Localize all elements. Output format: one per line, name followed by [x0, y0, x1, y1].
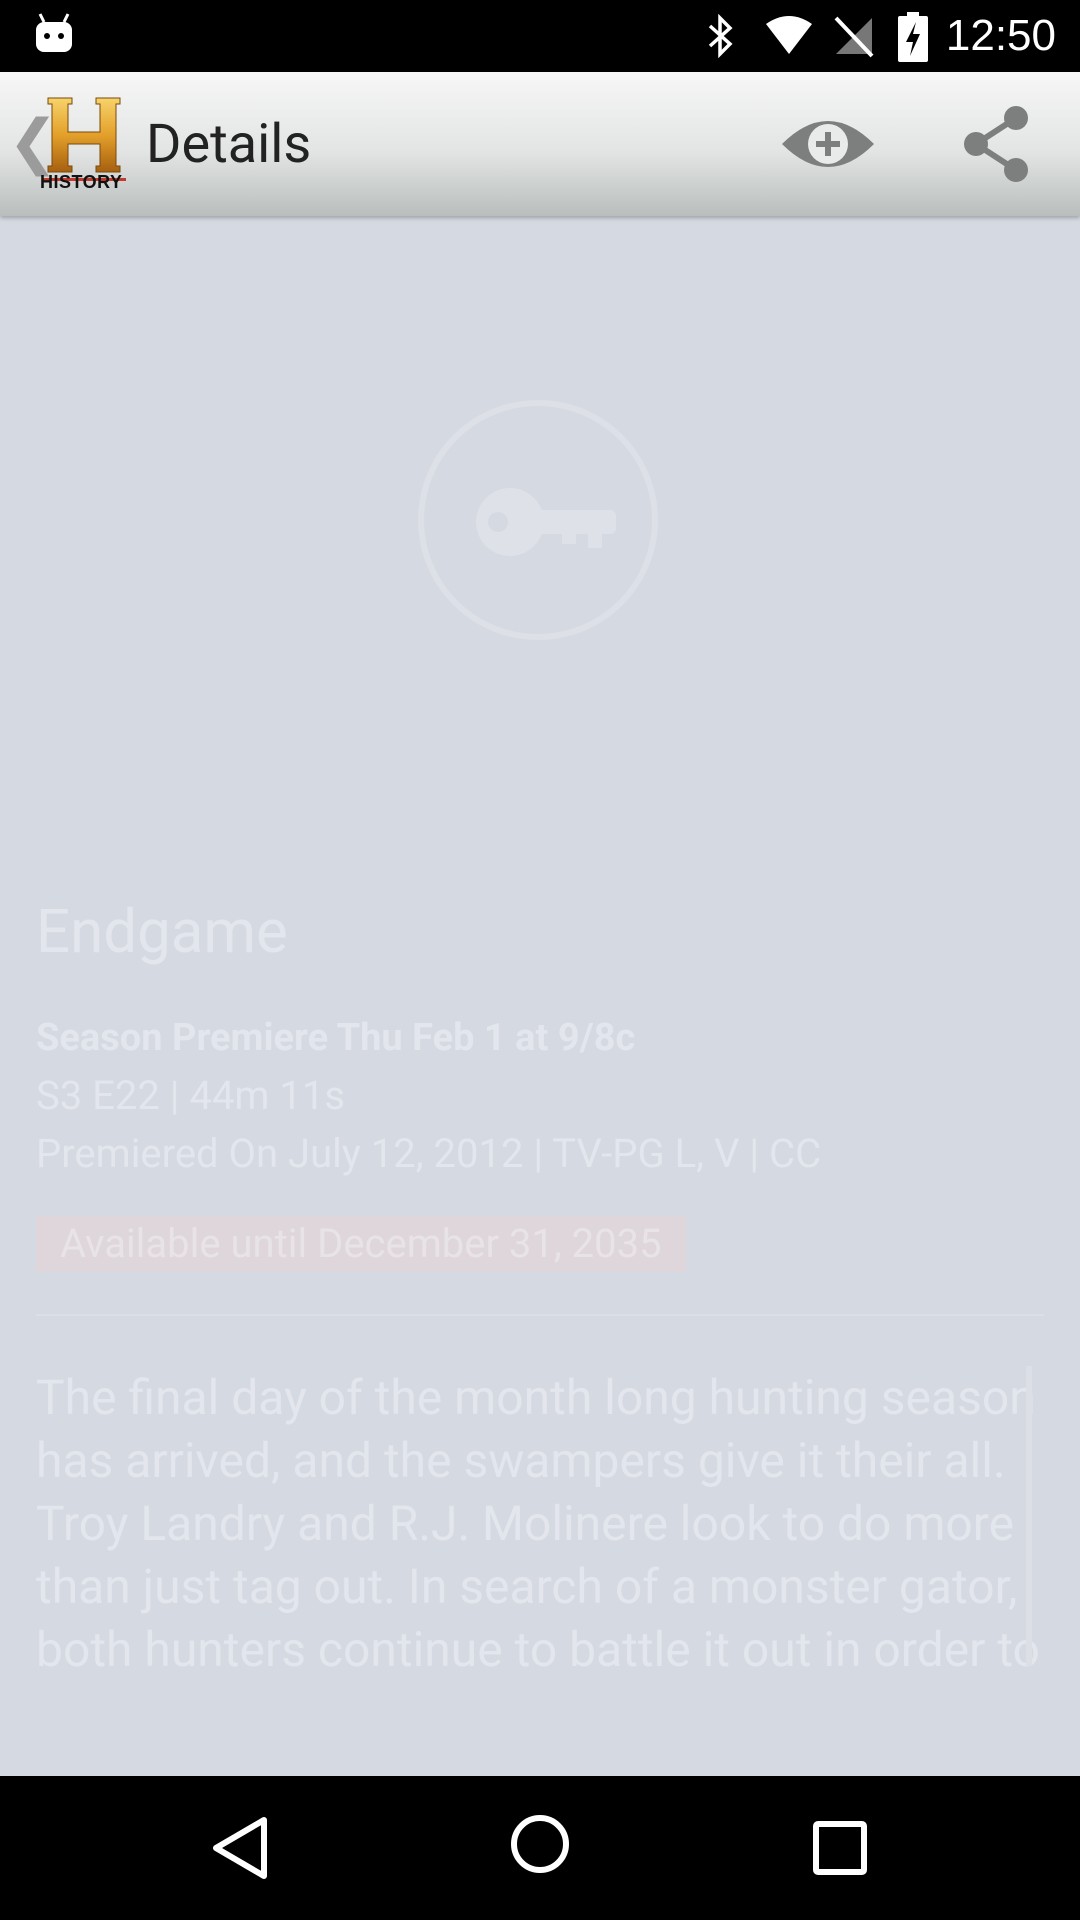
nav-home-icon[interactable]	[508, 1812, 572, 1876]
watchlist-add-icon[interactable]	[778, 112, 878, 176]
episode-premiered-rating: Premiered On July 12, 2012 | TV-PG L, V …	[36, 1130, 822, 1177]
battery-charging-icon	[898, 12, 928, 62]
key-icon	[476, 488, 616, 556]
android-notification-icon	[36, 13, 72, 52]
logo-text: HISTORY	[40, 172, 123, 192]
availability-badge: Available until December 31, 2035	[36, 1216, 686, 1272]
nav-recents-icon[interactable]	[812, 1820, 868, 1876]
status-time: 12:50	[945, 11, 1056, 60]
episode-description: The final day of the month long hunting …	[36, 1369, 1040, 1678]
signal-off-icon	[834, 16, 874, 58]
action-bar: ❮ HISTORY Details	[0, 72, 1080, 216]
bluetooth-icon	[708, 13, 733, 59]
status-bar: 12:50	[0, 0, 1080, 72]
navigation-bar	[0, 1776, 1080, 1920]
share-icon[interactable]	[958, 104, 1034, 184]
episode-meta: S3 E22 | 44m 11s	[36, 1072, 346, 1119]
scrollbar[interactable]	[1026, 1366, 1032, 1666]
season-premiere: Season Premiere Thu Feb 1 at 9/8c	[36, 1016, 636, 1060]
page-title: Details	[146, 113, 312, 176]
wifi-icon	[766, 16, 812, 54]
nav-back-icon[interactable]	[210, 1814, 270, 1882]
episode-title: Endgame	[36, 896, 288, 967]
divider	[36, 1314, 1044, 1316]
details-content: Endgame Season Premiere Thu Feb 1 at 9/8…	[0, 216, 1080, 1776]
